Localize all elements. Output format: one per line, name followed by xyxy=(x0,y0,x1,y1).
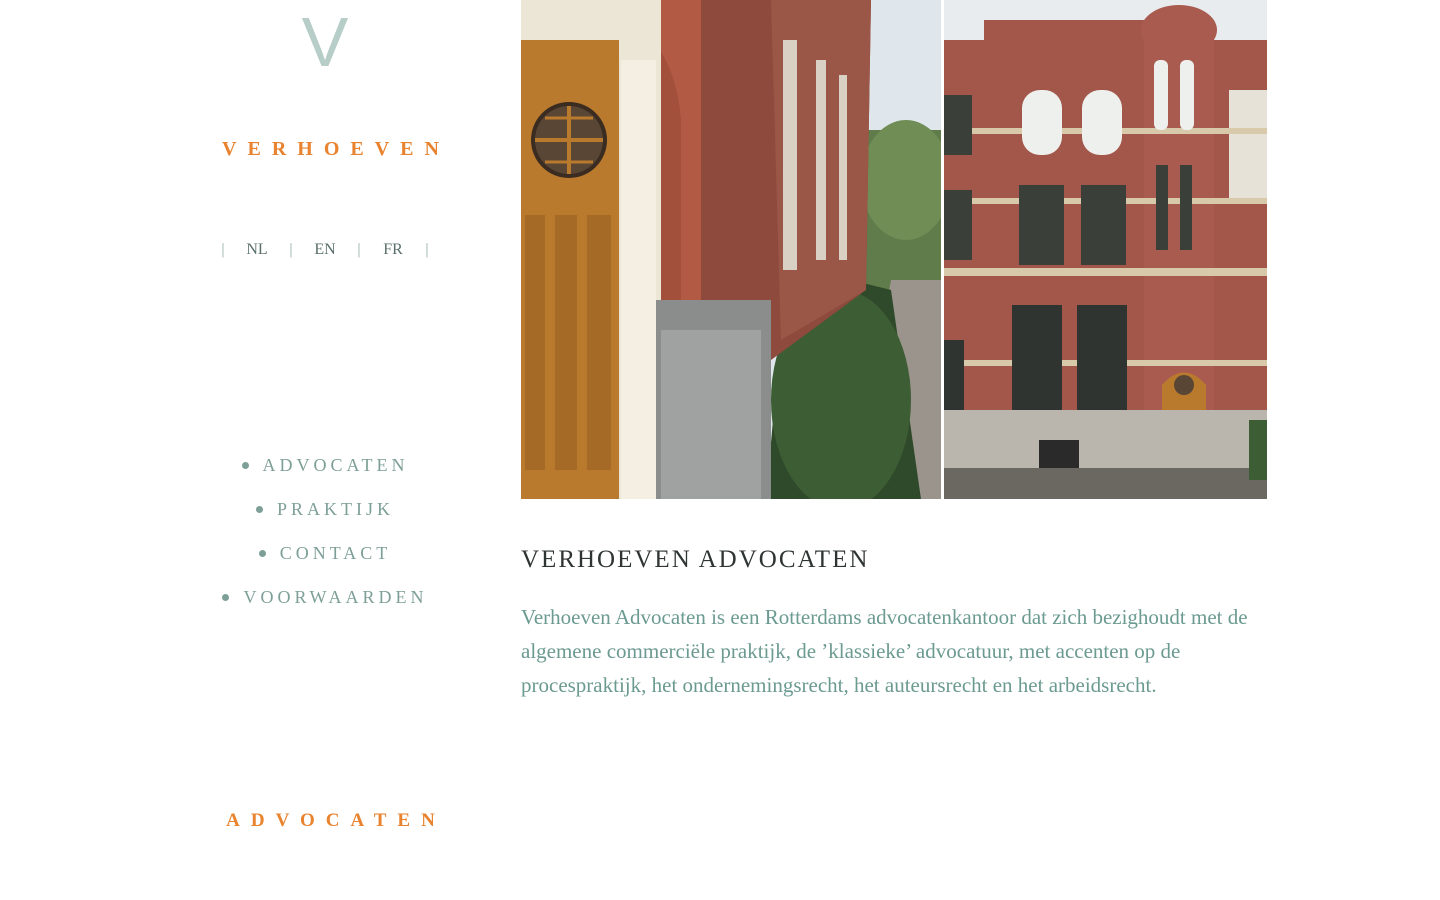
building-facade-photo xyxy=(944,0,1267,499)
bullet-icon xyxy=(255,505,263,513)
footer-tagline: ADVOCATEN xyxy=(226,810,446,831)
separator: | xyxy=(425,241,429,258)
nav-item-contact[interactable]: CONTACT xyxy=(160,540,490,584)
nav-item-label: CONTACT xyxy=(279,543,392,563)
separator: | xyxy=(357,241,361,258)
nav-item-label: VOORWAARDEN xyxy=(243,587,428,607)
language-link-nl[interactable]: NL xyxy=(234,241,280,259)
bullet-icon xyxy=(241,461,249,469)
brand-name[interactable]: VERHOEVEN xyxy=(160,138,501,161)
page: V VERHOEVEN | NL | EN | FR | ADVOCATEN P… xyxy=(0,0,1440,900)
logo-monogram[interactable]: V xyxy=(285,2,365,82)
separator: | xyxy=(289,241,293,258)
nav-item-voorwaarden[interactable]: VOORWAARDEN xyxy=(160,584,490,628)
bullet-icon xyxy=(258,549,266,557)
intro-paragraph: Verhoeven Advocaten is een Rotterdams ad… xyxy=(521,605,1248,697)
building-facade-image xyxy=(944,0,1267,499)
nav-item-label: ADVOCATEN xyxy=(262,455,409,475)
nav-item-praktijk[interactable]: PRAKTIJK xyxy=(160,496,490,540)
building-entrance-photo xyxy=(521,0,941,499)
nav-item-advocaten[interactable]: ADVOCATEN xyxy=(160,452,490,496)
language-link-en[interactable]: EN xyxy=(302,241,348,259)
building-entrance-image xyxy=(521,0,941,499)
language-switcher: | NL | EN | FR | xyxy=(160,241,490,259)
nav-item-label: PRAKTIJK xyxy=(276,499,394,519)
page-title: VERHOEVEN ADVOCATEN xyxy=(521,546,870,573)
main-navigation: ADVOCATEN PRAKTIJK CONTACT VOORWAARDEN xyxy=(160,452,490,628)
hero-photos xyxy=(521,0,1267,499)
bullet-icon xyxy=(222,593,230,601)
separator: | xyxy=(221,241,225,258)
language-link-fr[interactable]: FR xyxy=(370,241,416,259)
